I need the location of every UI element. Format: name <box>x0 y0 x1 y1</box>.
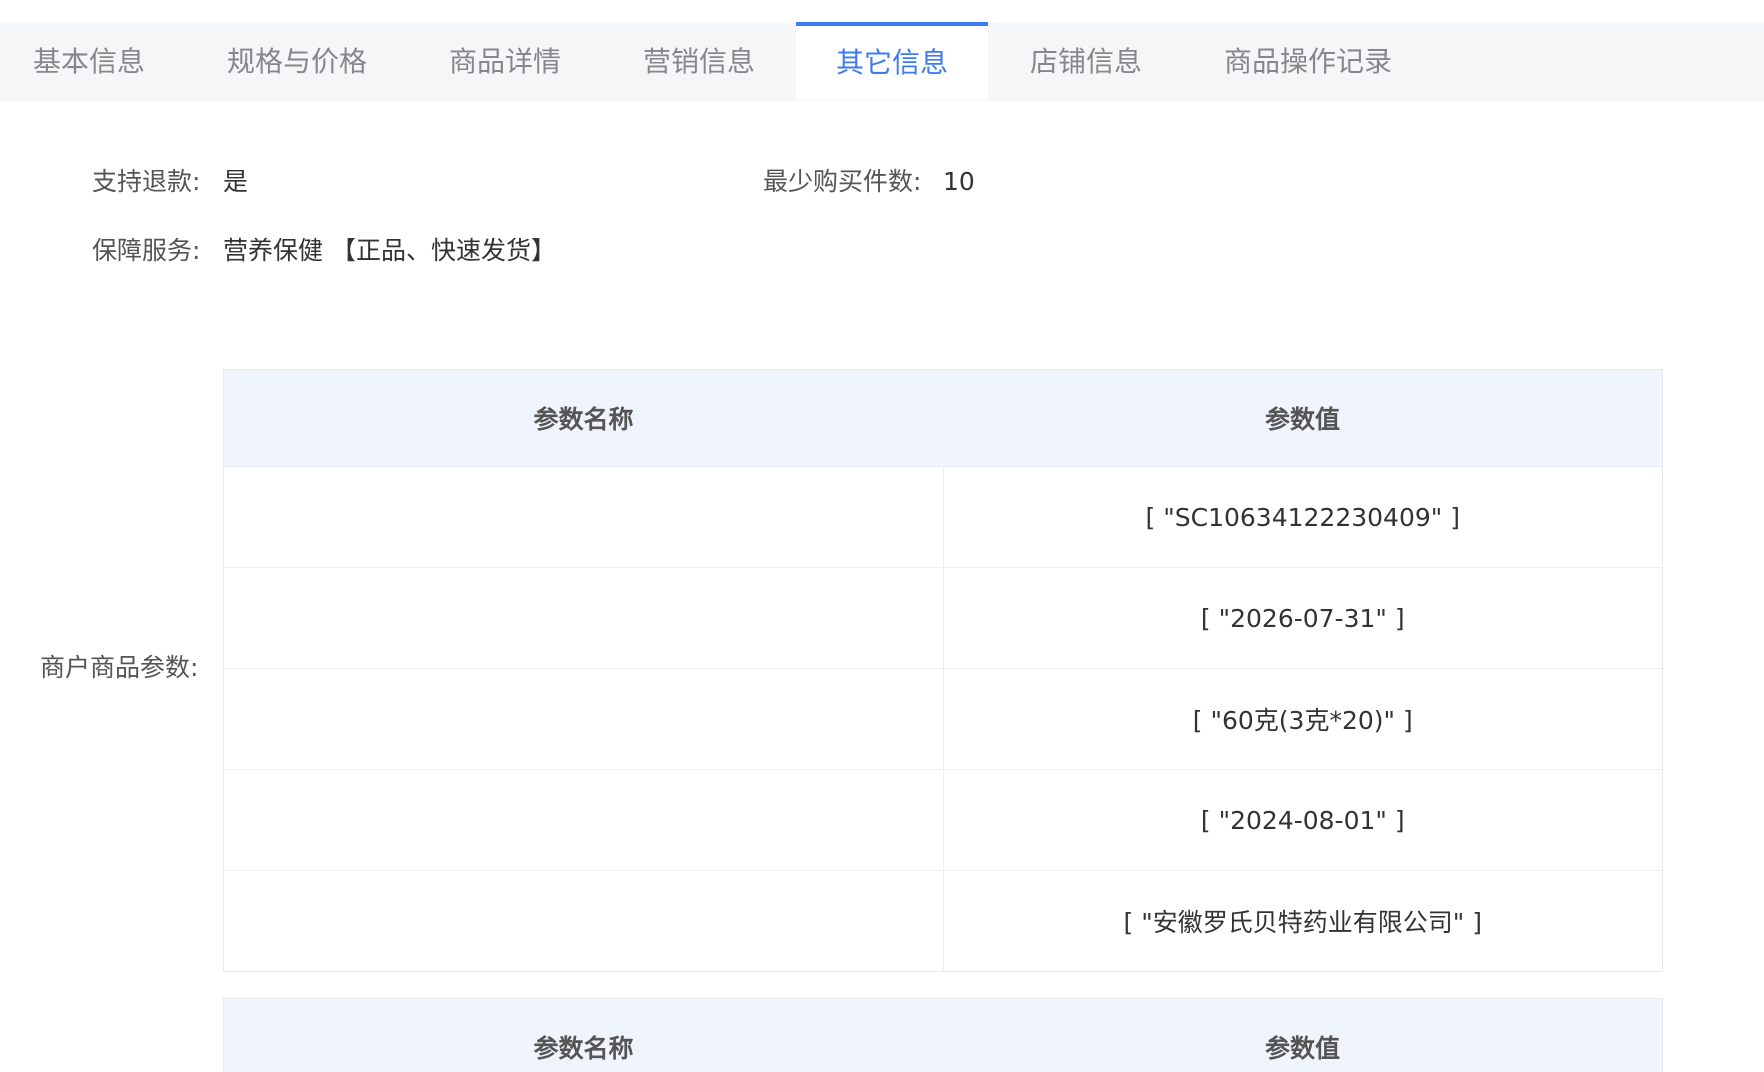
merchant-params-label: 商户商品参数: <box>40 653 199 682</box>
param-value-cell: [ "2024-08-01" ] <box>942 770 1663 870</box>
tab-product-detail[interactable]: 商品详情 <box>449 23 561 101</box>
table-row: [ "60克(3克*20)" ] <box>224 668 1662 769</box>
guarantee-value: 营养保健 【正品、快速发货】 <box>223 236 556 265</box>
param-name-cell <box>224 770 943 870</box>
column-header-param-name: 参数名称 <box>533 1034 634 1063</box>
param-name-cell <box>224 669 943 769</box>
min-qty-label: 最少购买件数: <box>763 167 922 196</box>
param-value-cell: [ "60克(3克*20)" ] <box>942 669 1663 769</box>
param-name-cell <box>224 467 943 567</box>
param-value-cell: [ "2026-07-31" ] <box>942 568 1663 668</box>
table-row: [ "2024-08-01" ] <box>224 769 1662 870</box>
merchant-params-table-2: 参数名称 参数值 <box>223 998 1663 1072</box>
column-header-param-value: 参数值 <box>1264 405 1340 434</box>
param-name-cell <box>224 568 943 668</box>
tab-marketing-info[interactable]: 营销信息 <box>643 23 755 101</box>
tab-shop-info[interactable]: 店铺信息 <box>1030 23 1142 101</box>
tab-other-info[interactable]: 其它信息 <box>796 22 988 100</box>
tab-operation-log[interactable]: 商品操作记录 <box>1224 23 1392 101</box>
param-value-cell: [ "安徽罗氏贝特药业有限公司" ] <box>942 871 1663 971</box>
page: 基本信息 规格与价格 商品详情 营销信息 其它信息 店铺信息 商品操作记录 支持… <box>0 0 1764 1072</box>
table-row: [ "2026-07-31" ] <box>224 567 1662 668</box>
min-qty-value: 10 <box>943 167 975 196</box>
tab-bar: 基本信息 规格与价格 商品详情 营销信息 其它信息 店铺信息 商品操作记录 <box>0 22 1764 101</box>
table-header: 参数名称 参数值 <box>224 370 1662 466</box>
column-header-param-value: 参数值 <box>1264 1034 1340 1063</box>
table-row: [ "安徽罗氏贝特药业有限公司" ] <box>224 870 1662 971</box>
tab-spec-price[interactable]: 规格与价格 <box>227 23 367 101</box>
table-header: 参数名称 参数值 <box>224 999 1662 1072</box>
guarantee-label: 保障服务: <box>92 236 201 265</box>
param-value-cell: [ "SC10634122230409" ] <box>942 467 1663 567</box>
refund-label: 支持退款: <box>92 167 201 196</box>
refund-value: 是 <box>223 167 249 196</box>
merchant-params-table: 参数名称 参数值 [ "SC10634122230409" ] [ "2026-… <box>223 369 1663 972</box>
table-row: [ "SC10634122230409" ] <box>224 466 1662 567</box>
column-header-param-name: 参数名称 <box>533 405 634 434</box>
tab-basic-info[interactable]: 基本信息 <box>33 23 145 101</box>
param-name-cell <box>224 871 943 971</box>
